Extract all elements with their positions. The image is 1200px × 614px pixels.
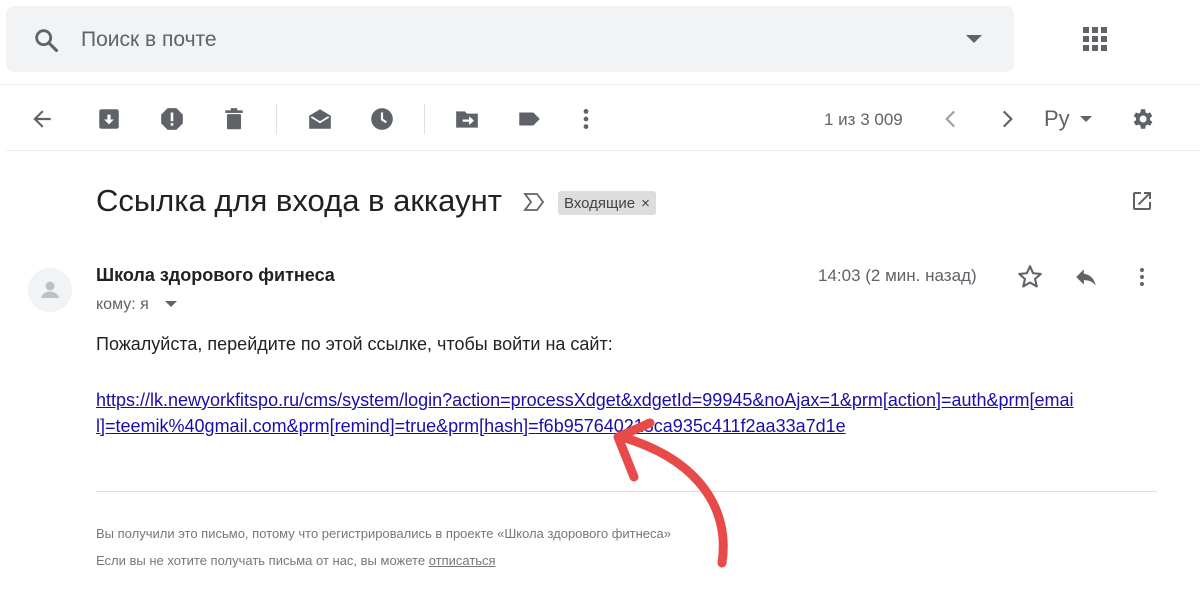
person-icon <box>41 281 59 298</box>
search-input[interactable]: Поиск в почте <box>81 28 217 52</box>
footer-unsubscribe-prefix: Если вы не хотите получать письма от нас… <box>96 553 429 568</box>
reply-icon[interactable] <box>1072 264 1100 290</box>
search-options-caret-icon[interactable] <box>966 35 982 43</box>
settings-button[interactable] <box>1129 106 1155 132</box>
archive-icon <box>99 109 119 129</box>
apps-grid-icon[interactable] <box>1083 27 1107 51</box>
input-tools-button[interactable]: Ру <box>1044 106 1070 132</box>
chevron-down-icon[interactable] <box>1080 116 1092 122</box>
open-in-new-icon[interactable] <box>1130 189 1154 213</box>
snooze-button[interactable] <box>369 106 395 132</box>
trash-icon <box>225 108 243 130</box>
label-chip-text: Входящие <box>564 194 636 212</box>
previous-button[interactable] <box>938 106 964 132</box>
label-icon <box>519 112 540 126</box>
recipient-line: кому: я <box>96 296 149 313</box>
important-marker-icon[interactable] <box>522 191 546 213</box>
login-link[interactable]: https://lk.newyorkfitspo.ru/cms/system/l… <box>96 387 1076 439</box>
more-actions-button[interactable] <box>573 106 599 132</box>
remove-label-icon[interactable]: × <box>641 195 650 212</box>
move-to-button[interactable] <box>454 106 480 132</box>
report-spam-button[interactable] <box>159 106 185 132</box>
unsubscribe-link[interactable]: отписаться <box>429 553 496 568</box>
toolbar-separator <box>424 104 425 134</box>
labels-button[interactable] <box>516 106 542 132</box>
mark-unread-button[interactable] <box>307 106 333 132</box>
footer-reason-text: Вы получили это письмо, потому что регис… <box>96 526 671 541</box>
red-curved-arrow-annotation <box>613 418 728 568</box>
search-bar[interactable]: Поиск в почте <box>6 6 1014 72</box>
star-icon[interactable] <box>1016 263 1044 291</box>
recipient-details-chevron-icon[interactable] <box>165 301 177 307</box>
header-divider <box>0 84 1200 85</box>
search-icon[interactable] <box>32 26 60 54</box>
more-vert-icon[interactable] <box>1130 264 1154 290</box>
clock-icon <box>371 108 393 130</box>
toolbar-divider <box>6 150 1200 151</box>
footer-unsubscribe-line: Если вы не хотите получать письма от нас… <box>96 553 496 568</box>
report-spam-icon <box>161 108 183 130</box>
sender-name[interactable]: Школа здорового фитнеса <box>96 265 335 286</box>
inbox-label-chip[interactable]: Входящие × <box>558 191 656 215</box>
archive-button[interactable] <box>96 106 122 132</box>
arrow-back-icon <box>33 110 51 128</box>
email-body-text: Пожалуйста, перейдите по этой ссылке, чт… <box>96 334 613 354</box>
gear-icon <box>1133 109 1153 129</box>
back-button[interactable] <box>29 106 55 132</box>
mark-unread-icon <box>309 109 331 129</box>
avatar <box>28 268 72 312</box>
email-subject: Ссылка для входа в аккаунт <box>96 183 502 218</box>
delete-button[interactable] <box>221 106 247 132</box>
message-timestamp: 14:03 (2 мин. назад) <box>818 266 977 285</box>
pager-count: 1 из 3 009 <box>824 110 903 129</box>
chevron-left-icon <box>945 110 956 128</box>
toolbar-separator <box>276 104 277 134</box>
chevron-right-icon <box>1002 110 1013 128</box>
next-button[interactable] <box>994 106 1020 132</box>
move-to-icon <box>456 111 478 128</box>
message-toolbar: 1 из 3 009 Ру <box>0 94 1200 142</box>
more-vert-icon <box>583 109 589 129</box>
